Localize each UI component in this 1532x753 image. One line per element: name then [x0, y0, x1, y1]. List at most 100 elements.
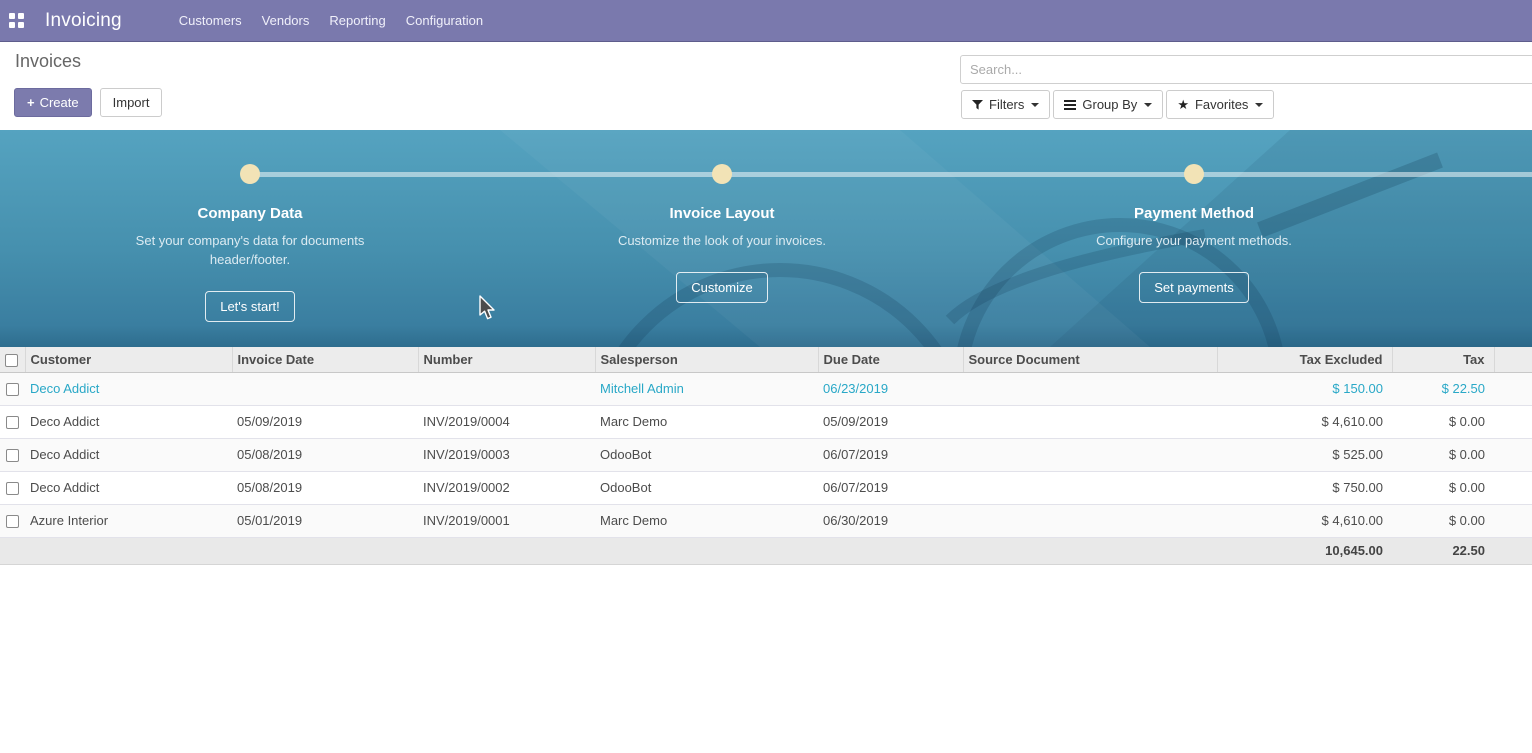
cell-invoice-date[interactable]: 05/08/2019 — [232, 438, 418, 471]
row-checkbox[interactable] — [6, 383, 19, 396]
cell-number[interactable] — [418, 372, 595, 405]
cell-customer[interactable]: Deco Addict — [25, 438, 232, 471]
row-select-cell — [0, 438, 25, 471]
import-button[interactable]: Import — [100, 88, 163, 117]
total-tax-excluded: 10,645.00 — [1217, 537, 1392, 564]
column-header-source-document[interactable]: Source Document — [963, 347, 1217, 372]
app-title[interactable]: Invoicing — [45, 10, 122, 32]
create-button[interactable]: + Create — [14, 88, 92, 117]
cell-due-date[interactable]: 06/23/2019 — [818, 372, 963, 405]
cell-source-document[interactable] — [963, 438, 1217, 471]
row-checkbox[interactable] — [6, 515, 19, 528]
column-header-number[interactable]: Number — [418, 347, 595, 372]
apps-grid-icon[interactable] — [9, 13, 24, 28]
row-select-cell — [0, 405, 25, 438]
total-tax: 22.50 — [1392, 537, 1494, 564]
column-header-tax-excluded[interactable]: Tax Excluded — [1217, 347, 1392, 372]
column-header-tax[interactable]: Tax — [1392, 347, 1494, 372]
cell-customer[interactable]: Azure Interior — [25, 504, 232, 537]
cell-salesperson[interactable]: Marc Demo — [595, 504, 818, 537]
onboarding-step-invoice-layout: Invoice Layout Customize the look of you… — [562, 164, 882, 303]
cell-invoice-date[interactable] — [232, 372, 418, 405]
cell-salesperson[interactable]: OdooBot — [595, 438, 818, 471]
cell-tax-excluded[interactable]: $ 4,610.00 — [1217, 504, 1392, 537]
filters-button[interactable]: Filters — [961, 90, 1050, 119]
cell-tax-excluded[interactable]: $ 4,610.00 — [1217, 405, 1392, 438]
chevron-down-icon — [1144, 103, 1152, 107]
row-select-cell — [0, 504, 25, 537]
cell-salesperson[interactable]: OdooBot — [595, 471, 818, 504]
cell-invoice-date[interactable]: 05/09/2019 — [232, 405, 418, 438]
cell-tax-excluded[interactable]: $ 150.00 — [1217, 372, 1392, 405]
table-row[interactable]: Deco Addict 05/08/2019 INV/2019/0003 Odo… — [0, 438, 1532, 471]
row-checkbox[interactable] — [6, 449, 19, 462]
column-header-due-date[interactable]: Due Date — [818, 347, 963, 372]
cell-customer[interactable]: Deco Addict — [25, 405, 232, 438]
cell-tax-excluded[interactable]: $ 750.00 — [1217, 471, 1392, 504]
group-by-button[interactable]: Group By — [1053, 90, 1163, 119]
invoice-list-table: Customer Invoice Date Number Salesperson… — [0, 347, 1532, 565]
column-header-invoice-date[interactable]: Invoice Date — [232, 347, 418, 372]
plus-icon: + — [27, 95, 35, 110]
row-checkbox[interactable] — [6, 482, 19, 495]
cell-number[interactable]: INV/2019/0003 — [418, 438, 595, 471]
cell-salesperson[interactable]: Mitchell Admin — [595, 372, 818, 405]
select-all-checkbox[interactable] — [5, 354, 18, 367]
cell-number[interactable]: INV/2019/0004 — [418, 405, 595, 438]
table-row[interactable]: Azure Interior 05/01/2019 INV/2019/0001 … — [0, 504, 1532, 537]
cell-due-date[interactable]: 06/30/2019 — [818, 504, 963, 537]
chevron-down-icon — [1255, 103, 1263, 107]
onboarding-banner: Company Data Set your company's data for… — [0, 130, 1532, 347]
column-header-salesperson[interactable]: Salesperson — [595, 347, 818, 372]
cell-customer[interactable]: Deco Addict — [25, 471, 232, 504]
step-description: Customize the look of your invoices. — [607, 231, 837, 250]
favorites-button[interactable]: ★ Favorites — [1166, 90, 1274, 119]
table-row[interactable]: Deco Addict 05/08/2019 INV/2019/0002 Odo… — [0, 471, 1532, 504]
page-title: Invoices — [15, 51, 81, 72]
column-header-customer[interactable]: Customer — [25, 347, 232, 372]
cell-due-date[interactable]: 06/07/2019 — [818, 471, 963, 504]
step-title: Company Data — [90, 205, 410, 222]
cell-source-document[interactable] — [963, 504, 1217, 537]
cell-due-date[interactable]: 06/07/2019 — [818, 438, 963, 471]
cell-number[interactable]: INV/2019/0002 — [418, 471, 595, 504]
cell-tax[interactable]: $ 0.00 — [1392, 438, 1494, 471]
cell-customer[interactable]: Deco Addict — [25, 372, 232, 405]
search-box — [960, 55, 1532, 84]
table-header-row: Customer Invoice Date Number Salesperson… — [0, 347, 1532, 372]
set-payments-button[interactable]: Set payments — [1139, 272, 1249, 303]
menu-item-reporting[interactable]: Reporting — [319, 0, 395, 42]
lets-start-button[interactable]: Let's start! — [205, 291, 295, 322]
table-row[interactable]: Deco Addict Mitchell Admin 06/23/2019 $ … — [0, 372, 1532, 405]
step-dot-icon — [1184, 164, 1204, 184]
table-row[interactable]: Deco Addict 05/09/2019 INV/2019/0004 Mar… — [0, 405, 1532, 438]
step-description: Set your company's data for documents he… — [135, 231, 365, 269]
cell-source-document[interactable] — [963, 372, 1217, 405]
filter-funnel-icon — [972, 100, 983, 110]
row-checkbox[interactable] — [6, 416, 19, 429]
cell-source-document[interactable] — [963, 405, 1217, 438]
menu-item-customers[interactable]: Customers — [169, 0, 252, 42]
menu-item-vendors[interactable]: Vendors — [252, 0, 320, 42]
cell-source-document[interactable] — [963, 471, 1217, 504]
cell-salesperson[interactable]: Marc Demo — [595, 405, 818, 438]
cell-tax[interactable]: $ 22.50 — [1392, 372, 1494, 405]
cell-tax-excluded[interactable]: $ 525.00 — [1217, 438, 1392, 471]
control-panel: Invoices + Create Import Filters Group B… — [0, 42, 1532, 130]
customize-button[interactable]: Customize — [676, 272, 767, 303]
cell-tax[interactable]: $ 0.00 — [1392, 504, 1494, 537]
main-menu: Customers Vendors Reporting Configuratio… — [169, 0, 493, 42]
search-input[interactable] — [961, 62, 1532, 77]
chevron-down-icon — [1031, 103, 1039, 107]
cell-tax[interactable]: $ 0.00 — [1392, 471, 1494, 504]
cell-invoice-date[interactable]: 05/08/2019 — [232, 471, 418, 504]
step-dot-icon — [712, 164, 732, 184]
action-buttons: + Create Import — [14, 88, 162, 117]
table-totals-row: 10,645.00 22.50 — [0, 537, 1532, 564]
step-dot-icon — [240, 164, 260, 184]
cell-invoice-date[interactable]: 05/01/2019 — [232, 504, 418, 537]
cell-tax[interactable]: $ 0.00 — [1392, 405, 1494, 438]
menu-item-configuration[interactable]: Configuration — [396, 0, 493, 42]
cell-number[interactable]: INV/2019/0001 — [418, 504, 595, 537]
cell-due-date[interactable]: 05/09/2019 — [818, 405, 963, 438]
